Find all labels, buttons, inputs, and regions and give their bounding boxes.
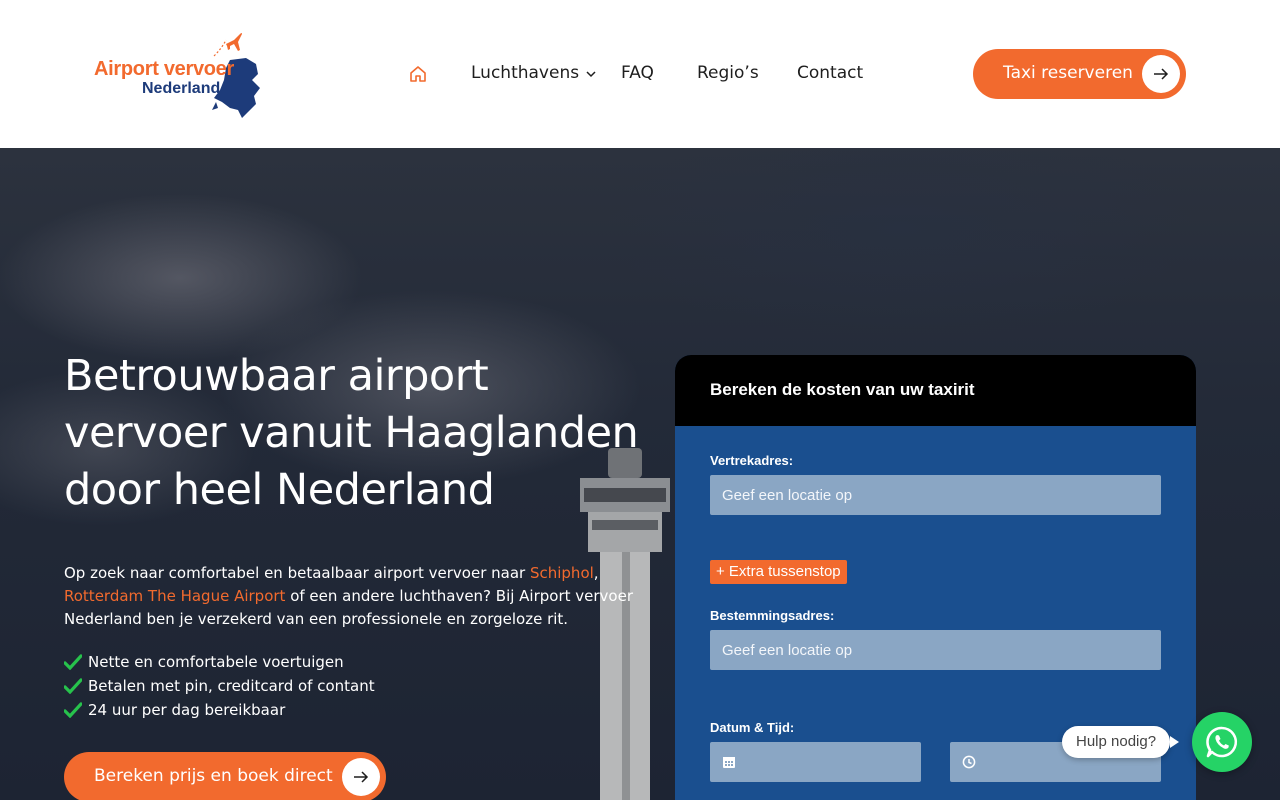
usp-label: Nette en comfortabele voertuigen: [88, 653, 344, 671]
form-header: Bereken de kosten van uw taxirit: [675, 355, 1196, 426]
taxi-reserveren-button[interactable]: Taxi reserveren: [973, 49, 1186, 99]
site-logo[interactable]: Airport vervoer Nederland: [92, 28, 272, 120]
home-icon[interactable]: [408, 64, 428, 84]
departure-label: Vertrekadres:: [710, 453, 794, 468]
hero-title: Betrouwbaar airport vervoer vanuit Haagl…: [64, 348, 644, 519]
checkmark-icon: [64, 702, 82, 718]
whatsapp-icon: [1206, 726, 1238, 758]
usp-item: 24 uur per dag bereikbaar: [64, 698, 375, 722]
destination-input[interactable]: [710, 630, 1161, 670]
calendar-icon: [723, 757, 735, 768]
usp-item: Nette en comfortabele voertuigen: [64, 650, 375, 674]
taxi-reserveren-label: Taxi reserveren: [1003, 63, 1133, 83]
intro-text: ,: [593, 564, 599, 582]
nav-item-regios[interactable]: Regio’s: [697, 63, 759, 83]
logo-text-sub: Nederland: [142, 80, 221, 97]
clock-icon: [962, 755, 976, 769]
usp-label: Betalen met pin, creditcard of contant: [88, 677, 375, 695]
date-input[interactable]: [710, 742, 921, 782]
bereken-prijs-label: Bereken prijs en boek direct: [94, 766, 333, 786]
rotterdam-airport-link[interactable]: Rotterdam The Hague Airport: [64, 587, 285, 605]
nav-item-faq[interactable]: FAQ: [621, 63, 654, 83]
departure-input[interactable]: [710, 475, 1161, 515]
usp-label: 24 uur per dag bereikbaar: [88, 701, 286, 719]
hero-title-line: door heel Nederland: [64, 465, 495, 515]
plane-icon: [213, 33, 242, 57]
hero-title-line: vervoer vanuit Haaglanden: [64, 408, 639, 458]
arrow-right-icon: [1142, 55, 1180, 93]
site-header: Airport vervoer Nederland Luchthavens FA…: [0, 0, 1280, 148]
help-tooltip-tail: [1170, 736, 1179, 748]
nav-item-contact[interactable]: Contact: [797, 63, 863, 83]
hero-title-line: Betrouwbaar airport: [64, 351, 489, 401]
form-title: Bereken de kosten van uw taxirit: [710, 380, 975, 399]
hero-intro: Op zoek naar comfortabel en betaalbaar a…: [64, 562, 644, 631]
usp-item: Betalen met pin, creditcard of contant: [64, 674, 375, 698]
extra-stop-button[interactable]: + Extra tussenstop: [710, 560, 847, 584]
logo-text-main: Airport vervoer: [94, 58, 234, 80]
checkmark-icon: [64, 678, 82, 694]
bereken-prijs-button[interactable]: Bereken prijs en boek direct: [64, 752, 386, 800]
arrow-right-icon: [342, 758, 380, 796]
datetime-label: Datum & Tijd:: [710, 720, 795, 735]
chevron-down-icon[interactable]: [586, 70, 596, 78]
whatsapp-button[interactable]: [1192, 712, 1252, 772]
usp-list: Nette en comfortabele voertuigen Betalen…: [64, 650, 375, 722]
schiphol-link[interactable]: Schiphol: [530, 564, 594, 582]
destination-label: Bestemmingsadres:: [710, 608, 835, 623]
hero-section: Betrouwbaar airport vervoer vanuit Haagl…: [0, 148, 1280, 800]
checkmark-icon: [64, 654, 82, 670]
help-tooltip[interactable]: Hulp nodig?: [1062, 726, 1171, 758]
nav-item-luchthavens[interactable]: Luchthavens: [471, 63, 579, 83]
intro-text: Op zoek naar comfortabel en betaalbaar a…: [64, 564, 530, 582]
